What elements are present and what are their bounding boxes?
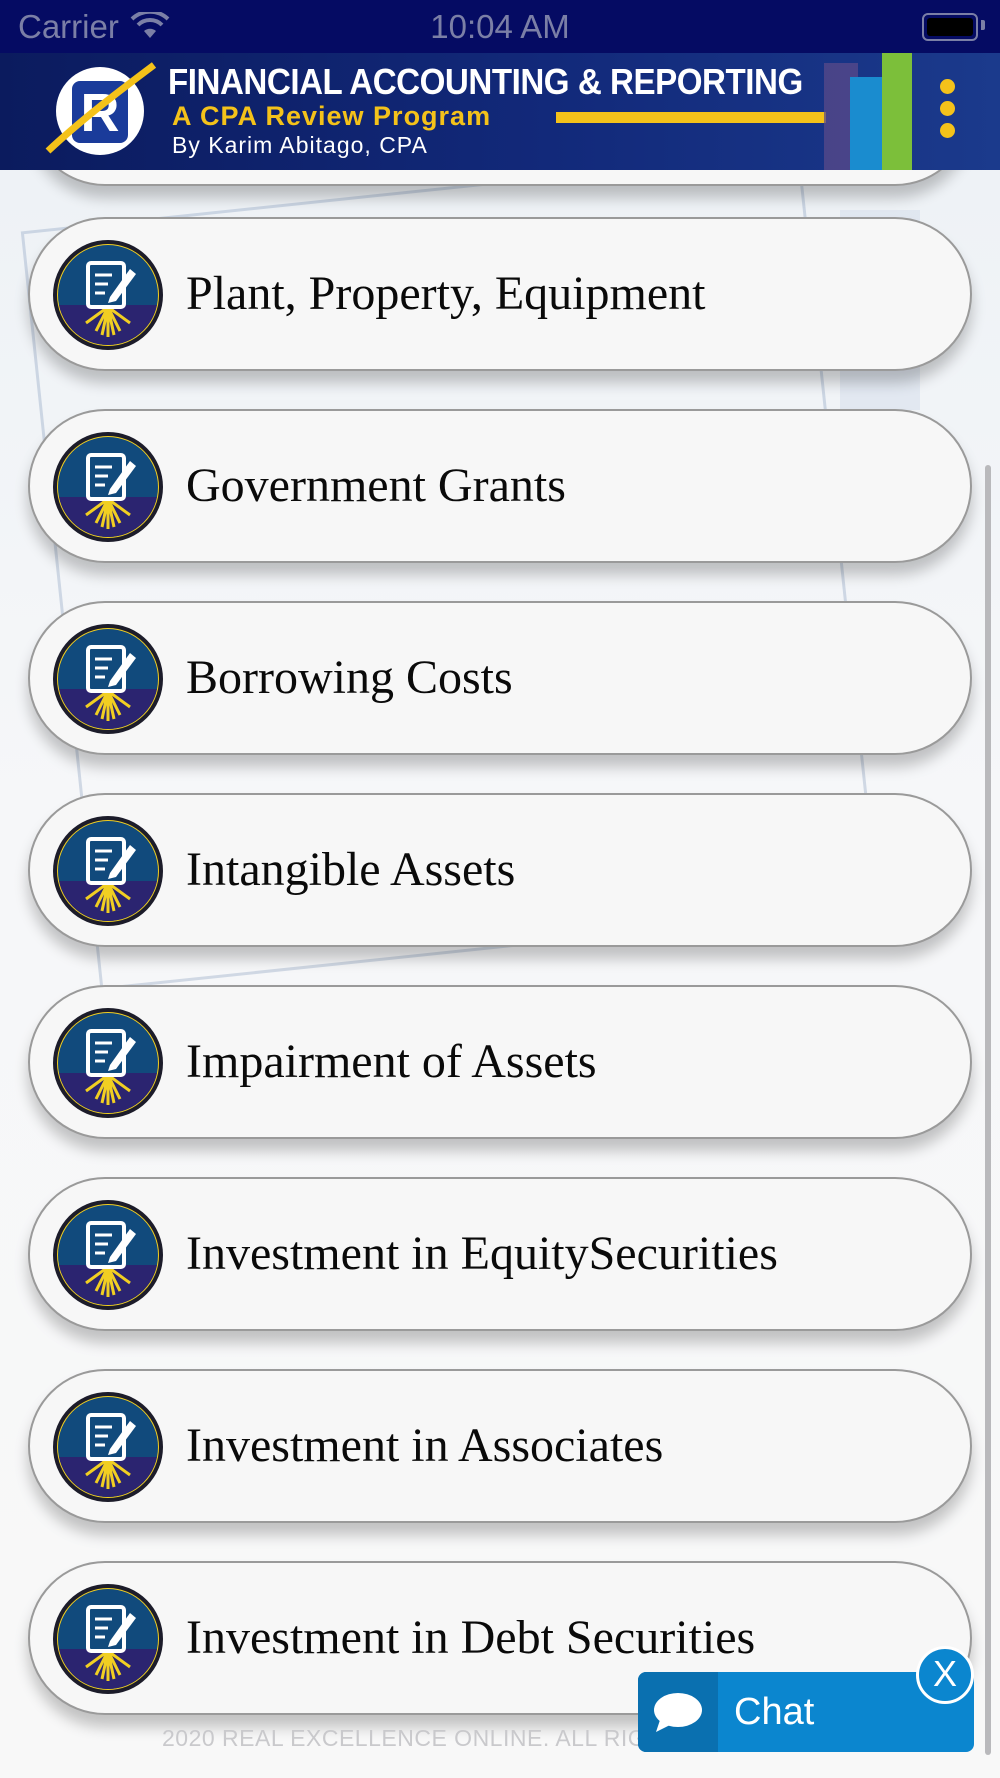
topic-item[interactable]: Impairment of Assets [28, 985, 972, 1139]
clock-label: 10:04 AM [430, 8, 570, 45]
chat-close-button[interactable]: X [916, 1646, 974, 1704]
topic-notes-icon [52, 623, 164, 735]
topic-notes-icon [52, 1007, 164, 1119]
battery-tip [981, 20, 985, 30]
chat-label: Chat [734, 1691, 815, 1733]
topic-item[interactable]: Investment in EquitySecurities [28, 1177, 972, 1331]
topic-item[interactable]: Investment in Associates [28, 1369, 972, 1523]
app-logo: R [42, 59, 160, 163]
topic-notes-icon [52, 431, 164, 543]
topic-item[interactable]: Plant, Property, Equipment [28, 217, 972, 371]
copyright-footer: 2020 REAL EXCELLENCE ONLINE. ALL RIG [162, 1725, 647, 1751]
app-header-banner: R FINANCIAL ACCOUNTING & REPORTING A CPA… [0, 53, 1000, 170]
header-subtitle: A CPA Review Program [172, 101, 492, 131]
topic-notes-icon [52, 815, 164, 927]
topic-label: Borrowing Costs [186, 651, 513, 704]
topic-label: Plant, Property, Equipment [186, 267, 706, 320]
menu-dot [939, 123, 955, 138]
topic-item[interactable]: Government Grants [28, 409, 972, 563]
chat-bubble-icon [654, 1693, 702, 1732]
menu-dot [939, 79, 955, 94]
topic-label: Intangible Assets [186, 843, 516, 896]
topic-label: Investment in Associates [186, 1419, 664, 1472]
topic-label: Government Grants [186, 459, 566, 512]
topic-label: Investment in EquitySecurities [186, 1227, 778, 1280]
topic-notes-icon [52, 1391, 164, 1503]
topic-list-screen[interactable]: Plant, Property, Equipment Government Gr… [0, 170, 1000, 1778]
topic-item[interactable]: Intangible Assets [28, 793, 972, 947]
chat-icon-box [638, 1672, 718, 1752]
topic-notes-icon [52, 1199, 164, 1311]
status-bar: Carrier 10:04 AM [0, 0, 1000, 53]
bar-graphic-decoration [822, 53, 922, 170]
battery-icon [922, 13, 978, 41]
more-options-button[interactable] [930, 79, 964, 145]
header-byline: By Karim Abitago, CPA [172, 132, 428, 158]
header-accent-bar [556, 112, 826, 123]
topic-item[interactable] [28, 170, 972, 186]
topic-item[interactable]: Borrowing Costs [28, 601, 972, 755]
header-title: FINANCIAL ACCOUNTING & REPORTING [168, 61, 803, 102]
scrollbar[interactable] [985, 465, 991, 1755]
menu-dot [939, 101, 955, 116]
topic-label: Impairment of Assets [186, 1035, 597, 1088]
topic-notes-icon [52, 239, 164, 351]
topic-notes-icon [52, 1583, 164, 1695]
